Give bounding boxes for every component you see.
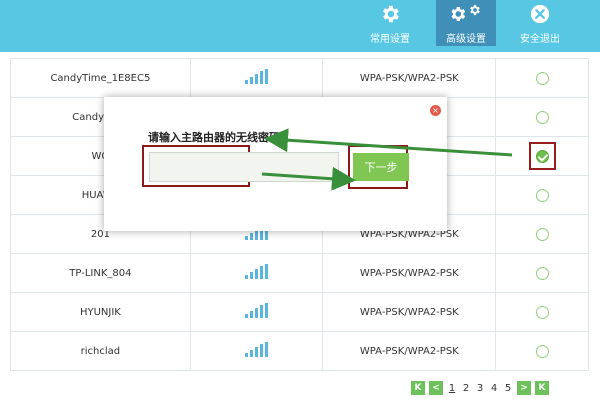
password-dialog: × 请输入主路由器的无线密码 下一步	[104, 97, 447, 231]
close-circle-icon	[529, 0, 551, 28]
gear-icon	[379, 0, 401, 28]
nav-logout[interactable]: 安全退出	[510, 0, 570, 46]
last-page-button[interactable]: K	[535, 381, 549, 395]
wifi-signal-icon	[245, 264, 269, 279]
nav-logout-label: 安全退出	[520, 34, 560, 45]
signal-cell	[189, 253, 324, 293]
next-step-button[interactable]: 下一步	[353, 153, 409, 181]
signal-cell	[189, 58, 324, 98]
select-radio[interactable]	[535, 227, 549, 241]
next-page-button[interactable]: >	[517, 381, 531, 395]
selection-highlight-box	[528, 142, 556, 170]
select-cell	[495, 292, 589, 332]
wifi-signal-icon	[245, 69, 269, 84]
select-cell	[495, 58, 589, 98]
select-radio[interactable]	[535, 71, 549, 85]
ssid-cell: CandyTime_1E8EC5	[10, 58, 191, 98]
page-link-1[interactable]: 1	[447, 383, 457, 394]
page-link-2[interactable]: 2	[461, 383, 471, 394]
nav-advanced-label: 高级设置	[446, 34, 486, 45]
dialog-title: 请输入主路由器的无线密码	[148, 131, 280, 144]
nav-common-settings[interactable]: 常用设置	[362, 0, 418, 46]
table-row[interactable]: CandyTime_1E8EC5 WPA-PSK/WPA2-PSK	[10, 58, 589, 98]
select-cell	[495, 136, 589, 176]
table-row[interactable]: HYUNJIK WPA-PSK/WPA2-PSK	[10, 292, 589, 332]
security-cell: WPA-PSK/WPA2-PSK	[322, 292, 497, 332]
select-cell	[495, 97, 589, 137]
ssid-cell: TP-LINK_804	[10, 253, 191, 293]
select-radio[interactable]	[535, 266, 549, 280]
page-link-5[interactable]: 5	[503, 383, 513, 394]
prev-page-button[interactable]: <	[429, 381, 443, 395]
select-radio[interactable]	[535, 344, 549, 358]
signal-cell	[189, 292, 324, 332]
wifi-signal-icon	[245, 342, 269, 357]
select-radio[interactable]	[535, 188, 549, 202]
select-cell	[495, 253, 589, 293]
wifi-password-input[interactable]	[149, 152, 339, 182]
gears-icon	[450, 0, 482, 28]
security-cell: WPA-PSK/WPA2-PSK	[322, 253, 497, 293]
signal-cell	[189, 331, 324, 371]
nav-common-label: 常用设置	[370, 34, 410, 45]
header-bar: 常用设置 高级设置 安全退出	[0, 0, 600, 52]
page-link-4[interactable]: 4	[489, 383, 499, 394]
nav-advanced-settings[interactable]: 高级设置	[436, 0, 496, 46]
pagination: K < 1 2 3 4 5 > K	[411, 381, 549, 395]
select-cell	[495, 331, 589, 371]
select-cell	[495, 175, 589, 215]
select-radio[interactable]	[535, 305, 549, 319]
close-icon[interactable]: ×	[430, 105, 441, 116]
table-row[interactable]: richclad WPA-PSK/WPA2-PSK	[10, 331, 589, 371]
security-cell: WPA-PSK/WPA2-PSK	[322, 58, 497, 98]
wifi-signal-icon	[245, 303, 269, 318]
table-row[interactable]: TP-LINK_804 WPA-PSK/WPA2-PSK	[10, 253, 589, 293]
ssid-cell: richclad	[10, 331, 191, 371]
page-link-3[interactable]: 3	[475, 383, 485, 394]
select-radio[interactable]	[535, 110, 549, 124]
select-cell	[495, 214, 589, 254]
security-cell: WPA-PSK/WPA2-PSK	[322, 331, 497, 371]
ssid-cell: HYUNJIK	[10, 292, 191, 332]
first-page-button[interactable]: K	[411, 381, 425, 395]
select-radio-checked[interactable]	[535, 149, 549, 163]
router-admin-page: 常用设置 高级设置 安全退出 CandyTime_1E8EC5 WPA-PSK/…	[0, 0, 600, 400]
